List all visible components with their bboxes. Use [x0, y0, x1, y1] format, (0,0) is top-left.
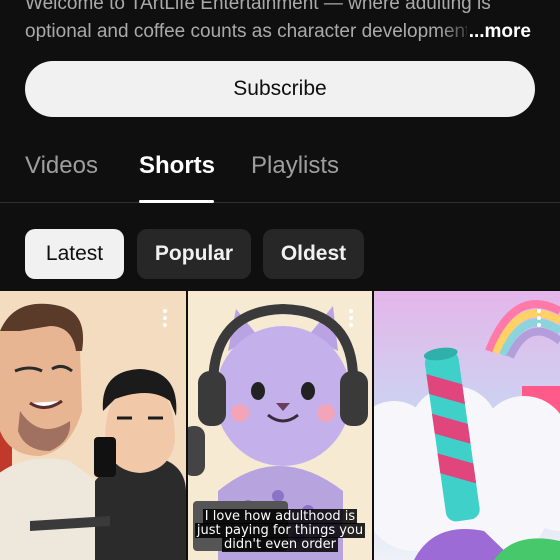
more-vert-icon[interactable]	[162, 307, 168, 327]
clouds-rainbow-thumbnail-art	[374, 291, 560, 560]
description-line-2: optional and coffee counts as character …	[25, 18, 545, 46]
short-thumbnail-3[interactable]	[374, 291, 560, 560]
subscribe-button[interactable]: Subscribe	[25, 61, 535, 117]
short-caption: I love how adulthood is just paying for …	[194, 509, 366, 552]
filter-chip-oldest[interactable]: Oldest	[263, 229, 364, 279]
channel-description[interactable]: Welcome to TArtLife Entertainment — wher…	[25, 0, 545, 46]
channel-tabs: Videos Shorts Playlists	[0, 140, 560, 203]
tab-playlists[interactable]: Playlists	[251, 152, 339, 180]
more-vert-icon[interactable]	[536, 307, 542, 327]
description-line-2-text: optional and coffee counts as character …	[25, 21, 471, 42]
filter-chip-latest[interactable]: Latest	[25, 229, 124, 279]
more-link[interactable]: ...more	[466, 18, 531, 46]
short-thumbnail-2[interactable]: I love how adulthood is just paying for …	[188, 291, 372, 560]
tab-shorts[interactable]: Shorts	[139, 152, 215, 180]
short-caption-text: I love how adulthood is just paying for …	[194, 509, 366, 552]
more-vert-icon[interactable]	[348, 307, 354, 327]
description-line-1: Welcome to TArtLife Entertainment — wher…	[25, 0, 491, 14]
filter-chip-popular[interactable]: Popular	[137, 229, 251, 279]
active-tab-indicator	[139, 200, 214, 203]
tab-videos[interactable]: Videos	[25, 152, 98, 180]
short-thumbnail-1[interactable]	[0, 291, 186, 560]
cartoon-men-thumbnail-art	[0, 291, 186, 560]
